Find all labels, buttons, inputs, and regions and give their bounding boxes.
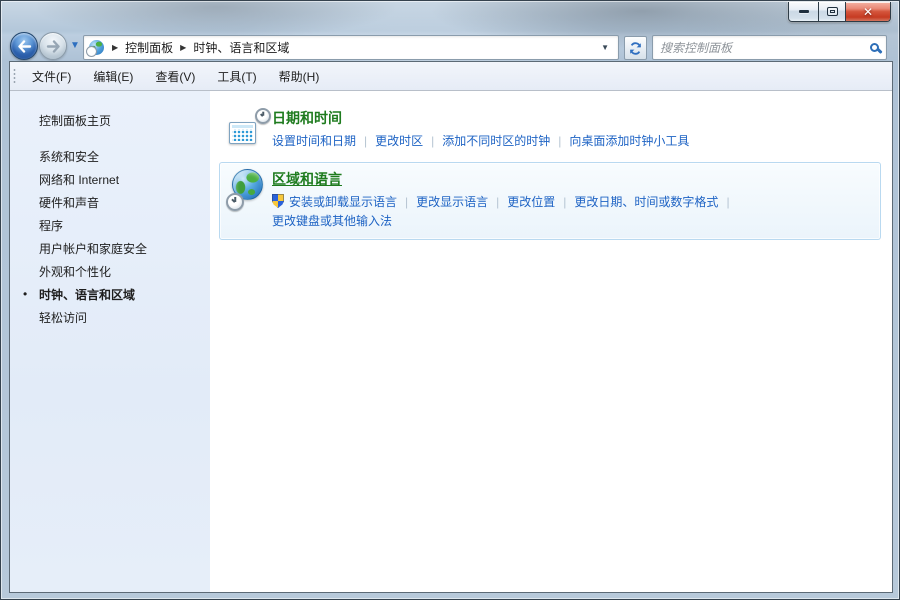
explorer-window: ✕ ▼ ▶控制面板▶时钟、语言和区域 ▼ 文件(F)编辑( (0, 0, 900, 600)
sidebar-item[interactable]: 用户帐户和家庭安全 (10, 238, 210, 261)
section-region-language: 区域和语言安装或卸载显示语言 | 更改显示语言 | 更改位置 | 更改日期、时间或数字格式 |… (219, 162, 881, 240)
task-link[interactable]: 添加不同时区的时钟 (442, 134, 550, 148)
sidebar-item-label: 系统和安全 (39, 150, 99, 164)
search-box (652, 35, 887, 60)
task-link[interactable]: 安装或卸载显示语言 (272, 195, 397, 209)
task-link[interactable]: 更改时区 (375, 134, 423, 148)
sidebar-item[interactable]: • 时钟、语言和区域 (10, 284, 210, 307)
recent-pages-dropdown[interactable]: ▼ (70, 40, 80, 51)
task-link-label: 更改键盘或其他输入法 (272, 214, 392, 228)
section-body-region-language: 区域和语言安装或卸载显示语言 | 更改显示语言 | 更改位置 | 更改日期、时间或数字格式 |… (272, 169, 872, 231)
close-icon: ✕ (863, 6, 873, 18)
link-divider: | (405, 195, 408, 209)
sidebar-item[interactable]: 程序 (10, 215, 210, 238)
refresh-icon (628, 41, 643, 56)
task-link[interactable]: 设置时间和日期 (272, 134, 356, 148)
menu-bar-items: 文件(F)编辑(E)查看(V)工具(T) 帮助(H) (24, 64, 333, 89)
window-controls: ✕ (788, 2, 891, 22)
sidebar-item-label: 程序 (39, 219, 63, 233)
task-link-label: 向桌面添加时钟小工具 (569, 134, 689, 148)
calendar-clock-icon[interactable] (228, 108, 272, 148)
task-link[interactable]: 更改显示语言 (416, 195, 488, 209)
sidebar-item-label: 用户帐户和家庭安全 (39, 242, 147, 256)
sidebar-item[interactable]: 轻松访问 (10, 307, 210, 330)
task-link-label: 更改时区 (375, 134, 423, 148)
back-button[interactable] (10, 32, 38, 60)
close-button[interactable]: ✕ (845, 2, 890, 21)
link-divider: | (563, 195, 566, 209)
task-link-label: 添加不同时区的时钟 (442, 134, 550, 148)
menu-bar: 文件(F)编辑(E)查看(V)工具(T) 帮助(H) (10, 62, 892, 91)
minimize-icon (799, 10, 809, 13)
link-divider: | (496, 195, 499, 209)
menu-item[interactable]: 编辑(E) (85, 64, 141, 89)
search-input[interactable] (660, 41, 864, 55)
task-link-label: 更改日期、时间或数字格式 (574, 195, 718, 209)
task-link-label: 设置时间和日期 (272, 134, 356, 148)
task-link-row: 安装或卸载显示语言 | 更改显示语言 | 更改位置 | 更改日期、时间或数字格式 | (272, 193, 872, 212)
maximize-button[interactable] (818, 2, 845, 21)
sidebar-item-home[interactable]: 控制面板主页 (10, 109, 210, 132)
refresh-button[interactable] (624, 36, 647, 60)
section-date-time: 日期和时间设置时间和日期 | 更改时区 | 添加不同时区的时钟 | 向桌面添加时钟小工具 (219, 101, 881, 160)
task-link[interactable]: 更改日期、时间或数字格式 (574, 195, 718, 209)
section-body-date-time: 日期和时间设置时间和日期 | 更改时区 | 添加不同时区的时钟 | 向桌面添加时钟小工具 (272, 108, 872, 151)
menu-item[interactable]: 工具(T) (209, 64, 264, 89)
sidebar-item-label: 硬件和声音 (39, 196, 99, 210)
toolbar-grip (13, 68, 16, 84)
clock-region-icon (89, 40, 104, 55)
menu-item[interactable]: 帮助(H) (271, 64, 328, 89)
sidebar-item-label: 网络和 Internet (39, 173, 119, 187)
minimize-button[interactable] (789, 2, 818, 21)
sidebar-item[interactable]: 硬件和声音 (10, 192, 210, 215)
clock-glyph (255, 108, 271, 124)
task-link[interactable]: 更改键盘或其他输入法 (272, 214, 392, 228)
calendar-glyph (229, 122, 256, 144)
task-link-label: 更改位置 (507, 195, 555, 209)
sidebar-item[interactable]: 外观和个性化 (10, 261, 210, 284)
forward-arrow-icon (46, 40, 61, 53)
task-link-label: 更改显示语言 (416, 195, 488, 209)
maximize-icon (827, 7, 838, 16)
sidebar-list: 系统和安全网络和 Internet 硬件和声音程序用户帐户和家庭安全外观和个性化 •… (10, 146, 210, 330)
client-area: 文件(F)编辑(E)查看(V)工具(T) 帮助(H) 控制面板主页 系统和安全网络… (9, 61, 893, 593)
section-title-region-language[interactable]: 区域和语言 (272, 169, 342, 189)
task-link-row: 设置时间和日期 | 更改时区 | 添加不同时区的时钟 | 向桌面添加时钟小工具 (272, 132, 872, 151)
breadcrumb-arrow-icon[interactable]: ▶ (180, 43, 186, 52)
menu-item[interactable]: 查看(V) (147, 64, 203, 89)
sidebar-item-label: 时钟、语言和区域 (39, 288, 135, 302)
link-divider: | (364, 134, 367, 148)
section-title-date-time[interactable]: 日期和时间 (272, 108, 342, 128)
uac-shield-icon (272, 194, 284, 208)
task-link-label: 安装或卸载显示语言 (289, 195, 397, 209)
content-sections: 日期和时间设置时间和日期 | 更改时区 | 添加不同时区的时钟 | 向桌面添加时钟小工具区域… (210, 91, 892, 592)
link-divider: | (558, 134, 561, 148)
back-arrow-icon (17, 40, 32, 53)
link-divider: | (726, 195, 729, 209)
sidebar-item-label: 轻松访问 (39, 311, 87, 325)
clock-glyph (226, 193, 244, 211)
task-link[interactable]: 向桌面添加时钟小工具 (569, 134, 689, 148)
forward-button[interactable] (39, 32, 67, 60)
active-bullet-icon: • (23, 287, 27, 302)
link-divider: | (431, 134, 434, 148)
breadcrumb-arrow-icon[interactable]: ▶ (112, 43, 118, 52)
breadcrumb-item[interactable]: 控制面板 (125, 39, 173, 56)
sidebar-item-label: 外观和个性化 (39, 265, 111, 279)
sidebar-item[interactable]: 网络和 Internet (10, 169, 210, 192)
search-icon[interactable] (870, 43, 879, 52)
breadcrumb-item[interactable]: 时钟、语言和区域 (193, 39, 289, 56)
task-link[interactable]: 更改位置 (507, 195, 555, 209)
sidebar: 控制面板主页 系统和安全网络和 Internet 硬件和声音程序用户帐户和家庭安全… (10, 91, 210, 592)
address-dropdown-icon[interactable]: ▼ (596, 43, 614, 52)
menu-item[interactable]: 文件(F) (24, 64, 79, 89)
breadcrumb: ▶ 控制面板 ▶ 时钟、语言和区域 (105, 39, 289, 56)
task-link-row: 更改键盘或其他输入法 (272, 212, 872, 231)
globe-clock-icon[interactable] (228, 169, 272, 209)
address-bar[interactable]: ▶ 控制面板 ▶ 时钟、语言和区域 ▼ (83, 35, 619, 60)
sidebar-item[interactable]: 系统和安全 (10, 146, 210, 169)
